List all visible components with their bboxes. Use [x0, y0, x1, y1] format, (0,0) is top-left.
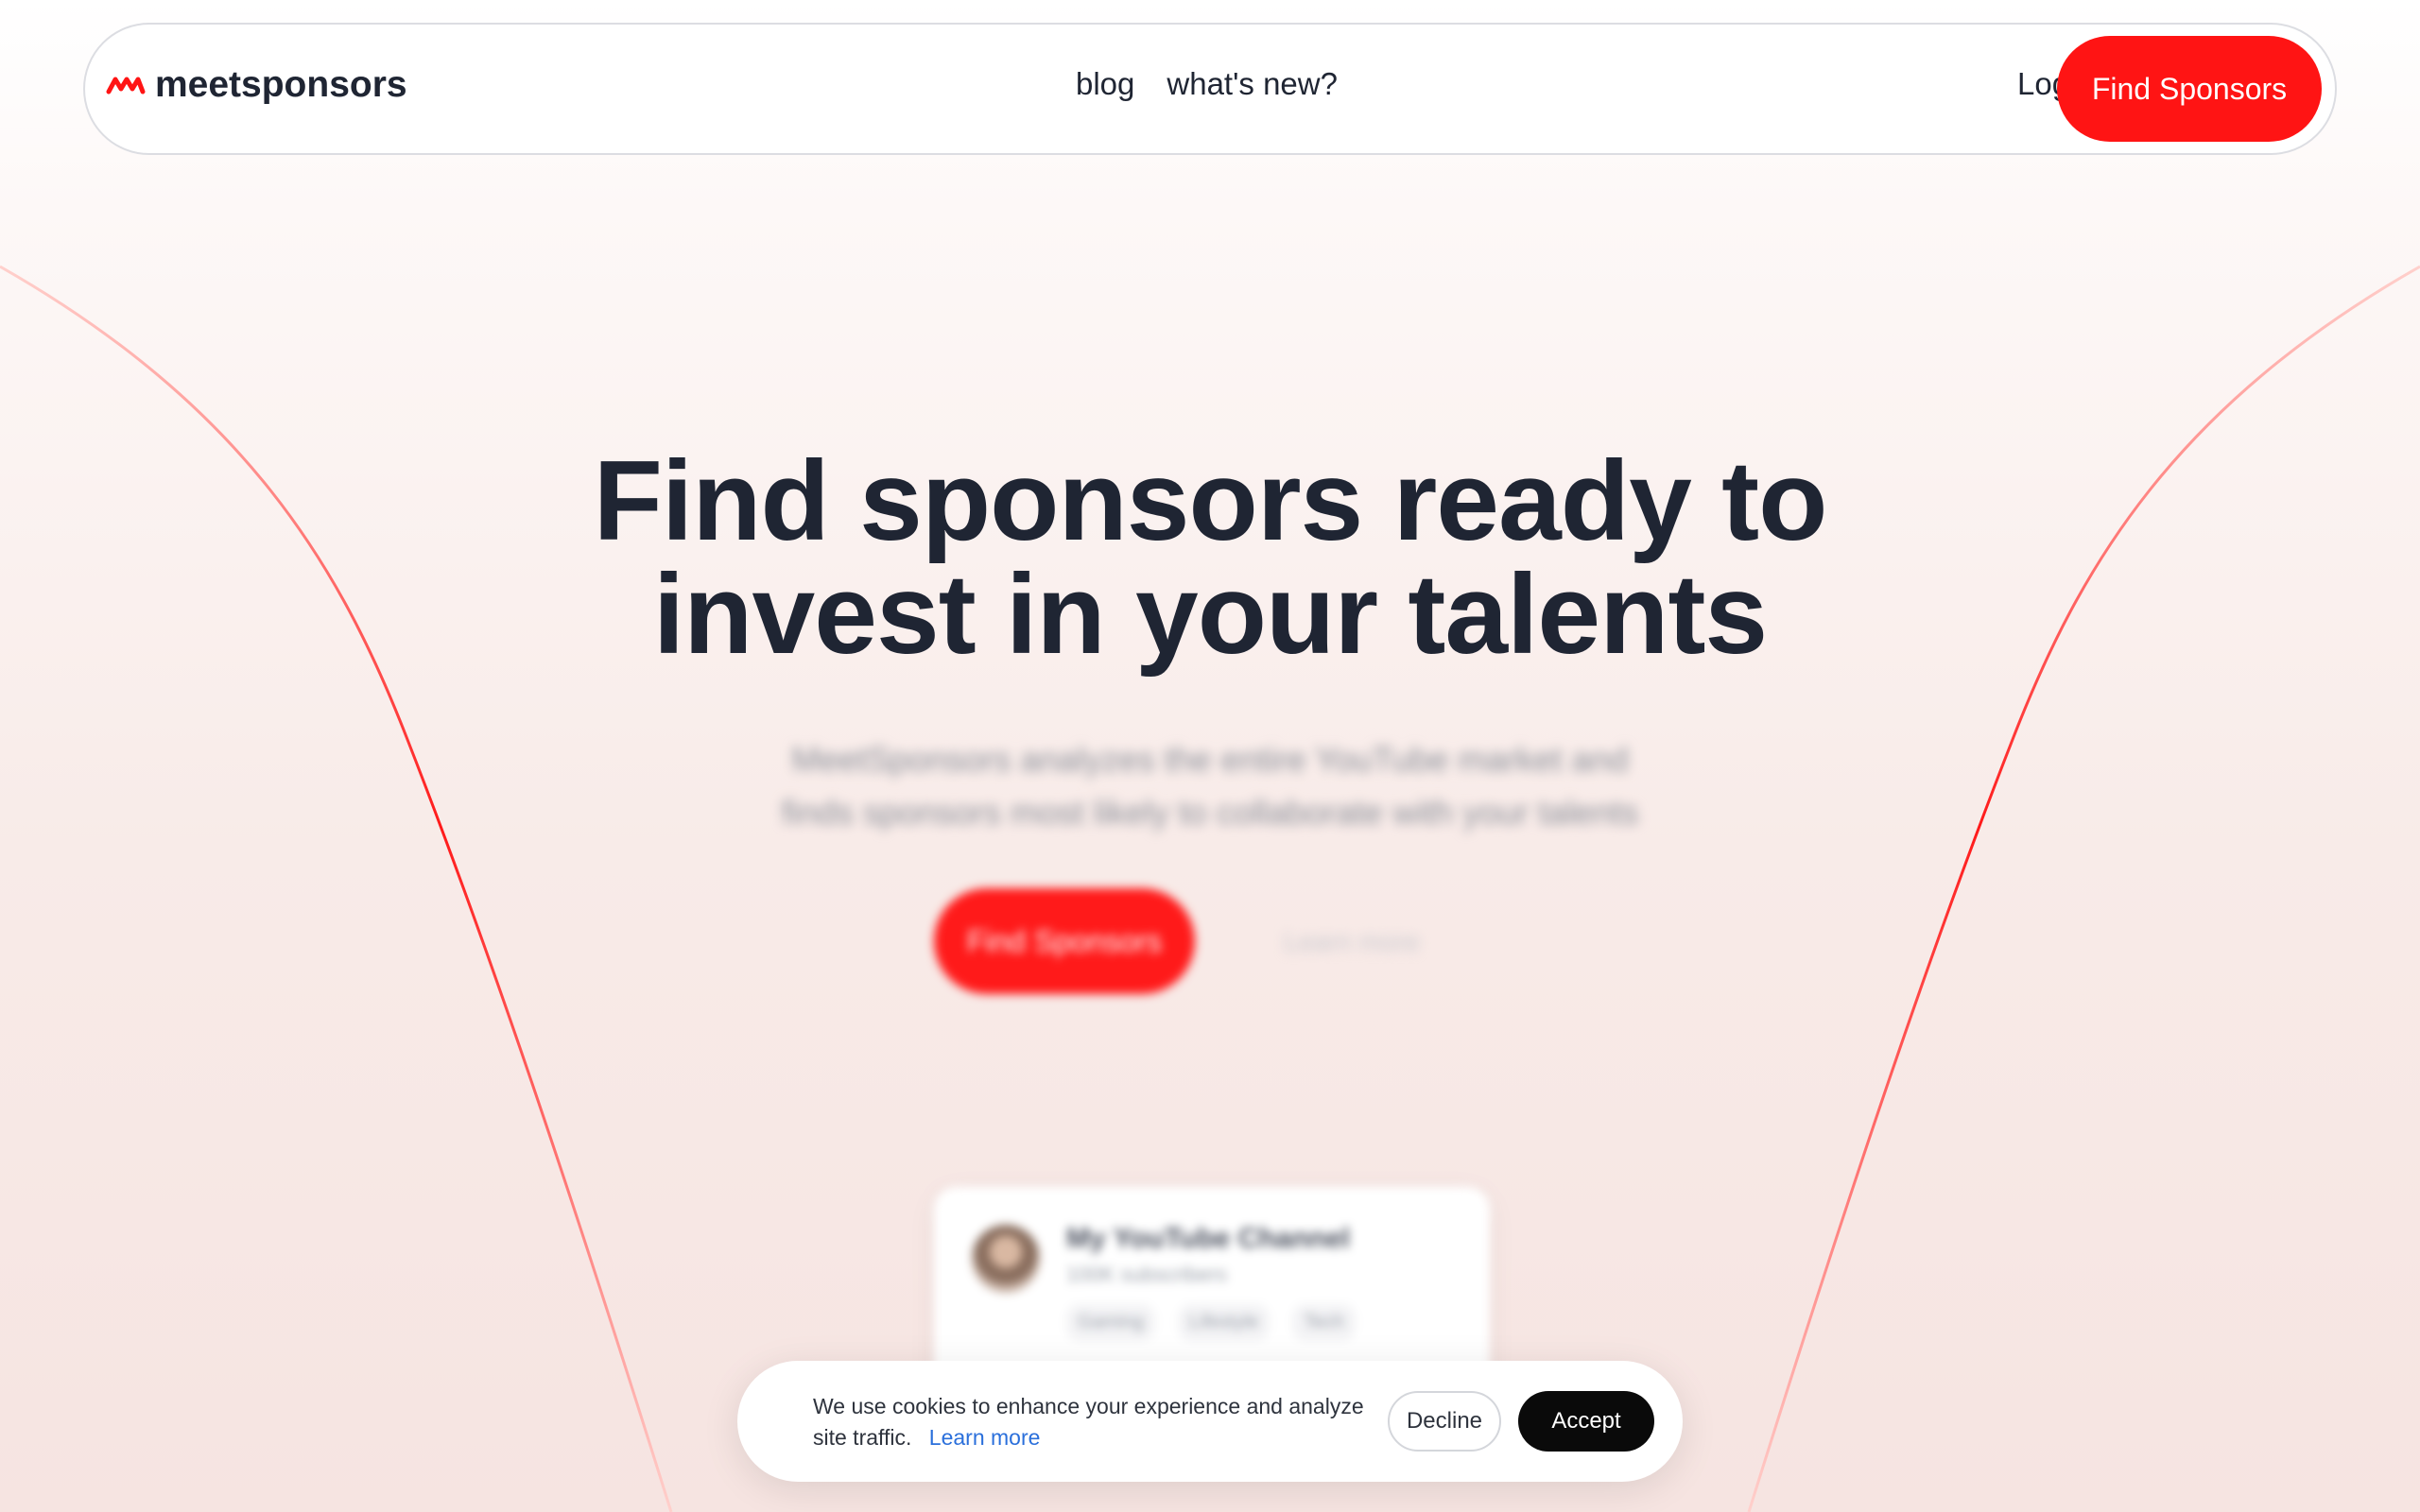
- meetsponsors-logo-icon: [106, 77, 146, 94]
- channel-tag: Lifestyle: [1178, 1304, 1270, 1341]
- hero-secondary-link[interactable]: Learn more: [1257, 919, 1446, 966]
- channel-tags: Gaming Lifestyle Tech: [1066, 1304, 1356, 1341]
- hero-headline: Find sponsors ready to invest in your ta…: [454, 444, 1966, 671]
- cookie-learn-more-link[interactable]: Learn more: [929, 1425, 1041, 1450]
- channel-tag: Gaming: [1066, 1304, 1156, 1341]
- decline-cookies-button[interactable]: Decline: [1388, 1391, 1501, 1452]
- channel-subtitle: 100K subscribers: [1066, 1263, 1227, 1286]
- nav-links: blog what's new?: [1076, 66, 1338, 102]
- brand-logo-link[interactable]: meetsponsors: [106, 64, 407, 106]
- cookie-message-text: We use cookies to enhance your experienc…: [813, 1394, 1364, 1450]
- find-sponsors-hero-button[interactable]: Find Sponsors: [934, 888, 1195, 994]
- brand-name: meetsponsors: [155, 64, 407, 105]
- hero-headline-line-1: Find sponsors ready to: [593, 438, 1828, 564]
- hero-headline-line-2: invest in your talents: [652, 551, 1768, 678]
- cookie-banner: We use cookies to enhance your experienc…: [737, 1361, 1683, 1482]
- channel-title: My YouTube Channel: [1066, 1223, 1351, 1254]
- hero-subheading-line-2: finds sponsors most likely to collaborat…: [781, 793, 1639, 832]
- page: meetsponsors blog what's new? Login Find…: [0, 0, 2420, 1512]
- find-sponsors-nav-button[interactable]: Find Sponsors: [2057, 36, 2322, 142]
- nav-link-blog[interactable]: blog: [1076, 66, 1134, 102]
- hero-subheading: MeetSponsors analyzes the entire YouTube…: [718, 733, 1702, 839]
- nav-link-whats-new[interactable]: what's new?: [1167, 66, 1338, 102]
- channel-tag: Tech: [1292, 1304, 1356, 1341]
- top-nav: meetsponsors blog what's new? Login Find…: [83, 23, 2337, 155]
- cookie-message: We use cookies to enhance your experienc…: [813, 1391, 1380, 1453]
- avatar: [972, 1225, 1040, 1293]
- accept-cookies-button[interactable]: Accept: [1518, 1391, 1654, 1452]
- hero-subheading-line-1: MeetSponsors analyzes the entire YouTube…: [791, 740, 1629, 779]
